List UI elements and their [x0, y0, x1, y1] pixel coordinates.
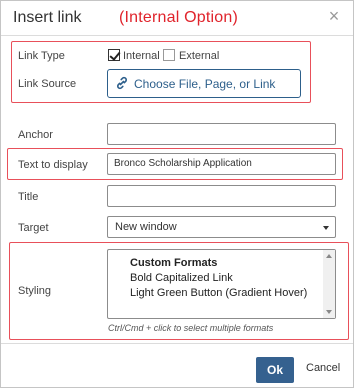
title-label: Title: [18, 191, 39, 203]
scroll-up-icon[interactable]: [326, 254, 332, 258]
dialog-footer: Ok Cancel: [1, 343, 353, 388]
link-source-label: Link Source: [18, 78, 77, 90]
anchor-label: Anchor: [18, 129, 53, 141]
styling-label: Styling: [18, 285, 52, 297]
close-icon[interactable]: ×: [326, 7, 342, 25]
anchor-input[interactable]: [107, 123, 336, 145]
insert-link-dialog: Insert link (Internal Option) × Link Typ…: [0, 0, 354, 388]
annotation-label: (Internal Option): [119, 9, 239, 26]
text-to-display-value: Bronco Scholarship Application: [114, 158, 252, 169]
chevron-down-icon: [323, 226, 329, 230]
external-checkbox[interactable]: [163, 49, 175, 61]
target-value: New window: [115, 221, 177, 233]
cancel-button[interactable]: Cancel: [306, 362, 340, 374]
styling-hint: Ctrl/Cmd + click to select multiple form…: [108, 323, 274, 333]
styling-listbox[interactable]: Custom Formats Bold Capitalized Link Lig…: [107, 249, 336, 319]
ok-button[interactable]: Ok: [256, 357, 294, 383]
text-to-display-input[interactable]: Bronco Scholarship Application: [107, 153, 336, 175]
target-label: Target: [18, 222, 49, 234]
external-label[interactable]: External: [179, 50, 219, 62]
styling-scrollbar[interactable]: [323, 250, 335, 318]
styling-option-light-green-button[interactable]: Light Green Button (Gradient Hover): [130, 287, 307, 299]
internal-checkbox[interactable]: [108, 49, 120, 61]
title-input[interactable]: [107, 185, 336, 207]
choose-link-button[interactable]: Choose File, Page, or Link: [107, 69, 301, 98]
dialog-header: Insert link (Internal Option) ×: [1, 1, 353, 36]
dialog-title: Insert link: [13, 9, 82, 26]
choose-link-button-label: Choose File, Page, or Link: [134, 77, 276, 91]
link-icon: [115, 76, 129, 93]
target-select[interactable]: New window: [107, 216, 336, 238]
scroll-down-icon[interactable]: [326, 310, 332, 314]
internal-label[interactable]: Internal: [123, 50, 160, 62]
styling-option-bold-capitalized[interactable]: Bold Capitalized Link: [130, 272, 233, 284]
link-type-label: Link Type: [18, 50, 65, 62]
styling-group-label: Custom Formats: [130, 257, 218, 269]
text-to-display-label: Text to display: [18, 159, 88, 171]
